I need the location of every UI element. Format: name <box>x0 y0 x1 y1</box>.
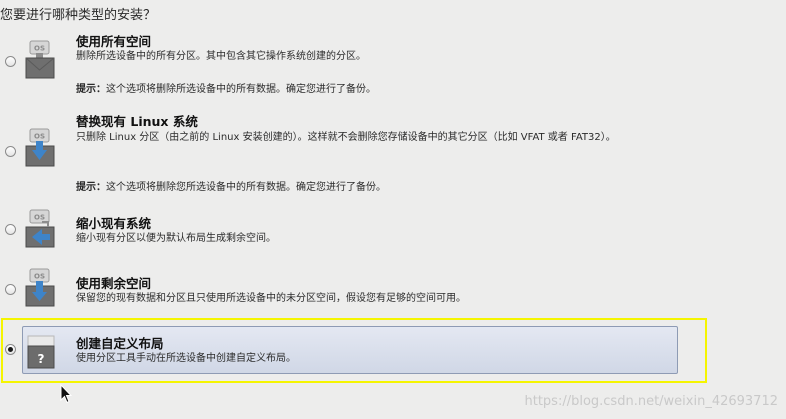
hint-label: 提示： <box>76 182 106 193</box>
disk-free-space-icon: OS <box>24 268 56 308</box>
mouse-pointer-icon <box>60 383 73 408</box>
hint-text: 这个选项将删除您所选设备中的所有数据。确定您进行了备份。 <box>106 182 386 193</box>
disk-shrink-icon: OS <box>24 209 56 249</box>
install-type-question: 您要进行哪种类型的安装？ <box>0 8 157 23</box>
hint-label: 提示： <box>76 84 106 95</box>
option-description: 删除所选设备中的所有分区。其中包含其它操作系统创建的分区。 <box>76 51 366 62</box>
hint-text: 这个选项将删除所选设备中的所有数据。确定您进行了备份。 <box>106 84 376 95</box>
svg-text:?: ? <box>38 352 45 366</box>
disk-replace-icon: OS <box>24 128 56 168</box>
option-hint: 提示：这个选项将删除所选设备中的所有数据。确定您进行了备份。 <box>76 80 376 95</box>
option-description: 缩小现有分区以便为默认布局生成剩余空间。 <box>76 233 276 244</box>
svg-text:OS: OS <box>34 45 45 53</box>
watermark-text: https://blog.csdn.net/weixin_42693712 <box>524 394 778 409</box>
radio-replace-linux[interactable] <box>5 146 16 157</box>
radio-use-all-space[interactable] <box>5 56 16 67</box>
svg-text:OS: OS <box>34 273 45 281</box>
radio-shrink-system[interactable] <box>5 224 16 235</box>
svg-text:OS: OS <box>34 214 45 222</box>
svg-text:OS: OS <box>34 133 45 141</box>
radio-use-free-space[interactable] <box>5 284 16 295</box>
option-description: 保留您的现有数据和分区且只使用所选设备中的未分区空间，假设您有足够的空间可用。 <box>76 293 466 304</box>
disk-wipe-icon: OS <box>24 40 56 80</box>
option-description: 使用分区工具手动在所选设备中创建自定义布局。 <box>76 353 296 364</box>
option-hint: 提示：这个选项将删除您所选设备中的所有数据。确定您进行了备份。 <box>76 178 386 193</box>
option-title: 替换现有 Linux 系统 <box>76 114 198 129</box>
option-description: 只删除 Linux 分区（由之前的 Linux 安装创建的）。这样就不会删除您存… <box>76 132 616 143</box>
radio-custom-layout[interactable] <box>5 344 16 355</box>
custom-layout-question-icon: ? <box>24 332 56 372</box>
